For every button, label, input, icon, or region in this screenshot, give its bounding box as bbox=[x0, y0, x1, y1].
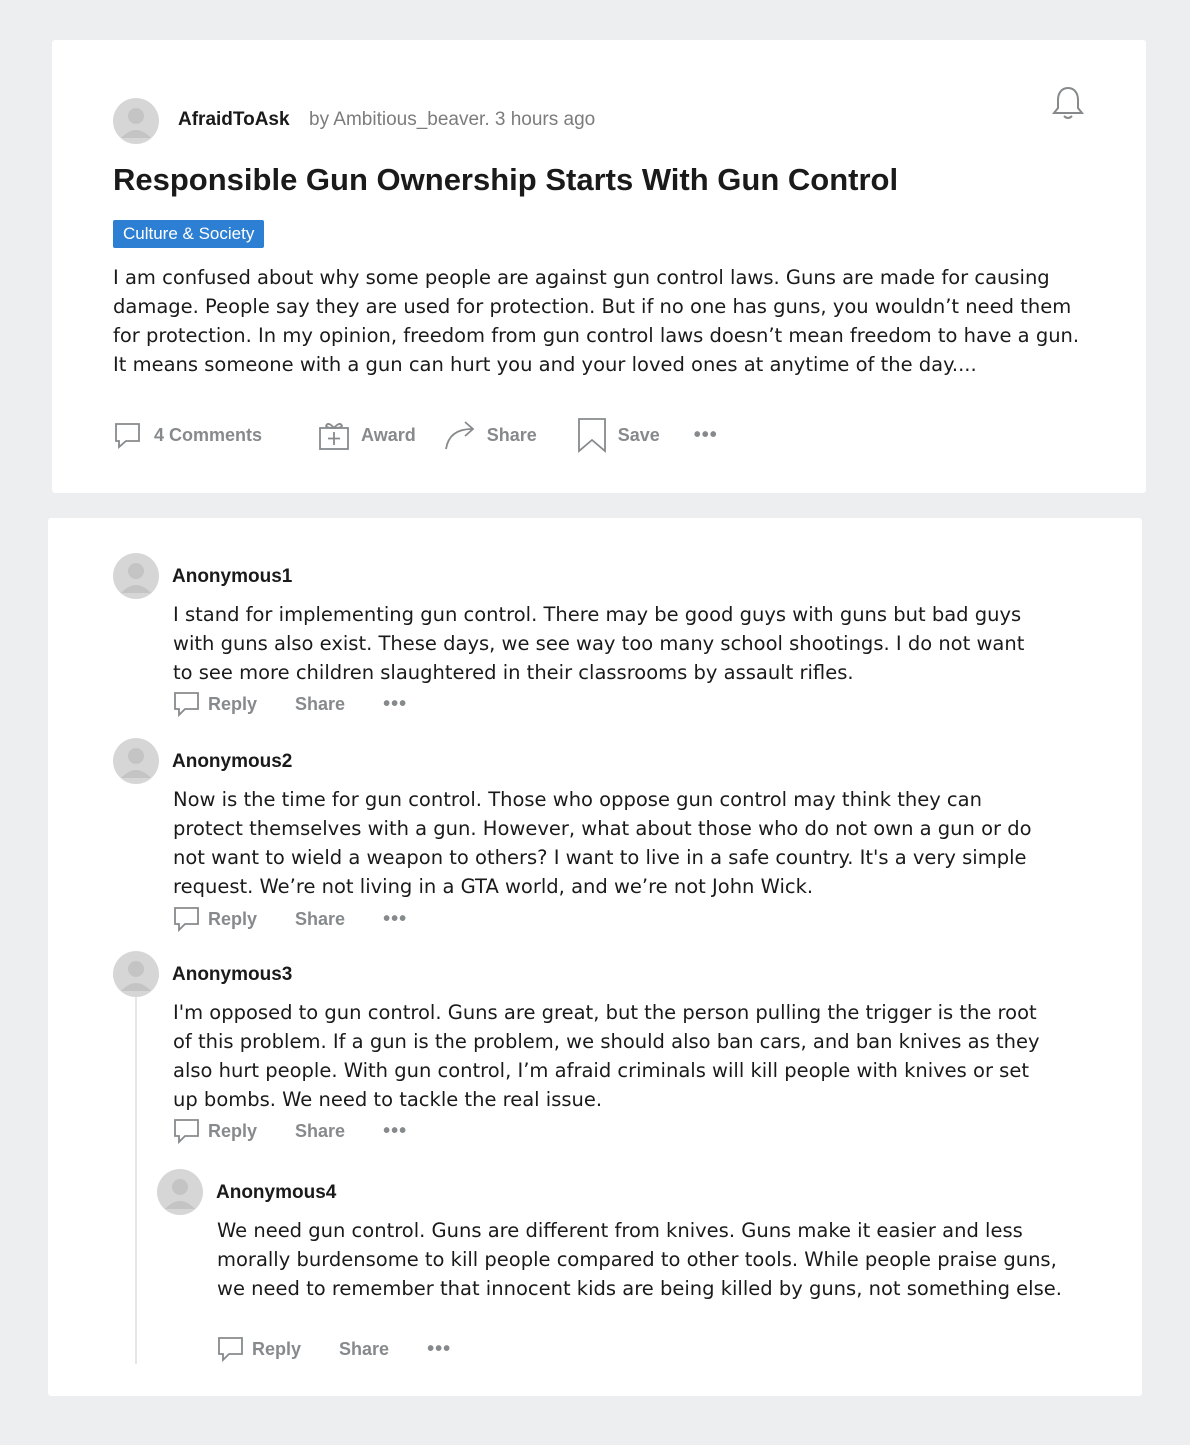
comment-icon bbox=[173, 690, 201, 718]
comment-author[interactable]: Anonymous1 bbox=[172, 566, 292, 588]
comment-body: Now is the time for gun control. Those w… bbox=[173, 788, 1032, 898]
comment-icon bbox=[113, 420, 143, 450]
comment-author[interactable]: Anonymous4 bbox=[216, 1182, 336, 1204]
save-button[interactable]: Save bbox=[577, 417, 660, 453]
reply-label: Reply bbox=[208, 693, 258, 714]
share-button[interactable]: Share bbox=[295, 694, 345, 715]
award-icon bbox=[318, 419, 350, 451]
share-label: Share bbox=[295, 693, 346, 714]
comment-author[interactable]: Anonymous2 bbox=[172, 751, 292, 773]
comments-label: 4 Comments bbox=[154, 424, 263, 445]
reply-button[interactable]: Reply bbox=[217, 1335, 301, 1363]
post-title[interactable]: Responsible Gun Ownership Starts With Gu… bbox=[113, 162, 898, 198]
more-dots-icon[interactable]: ••• bbox=[383, 908, 407, 931]
award-label: Award bbox=[361, 424, 416, 445]
comment-body: I'm opposed to gun control. Guns are gre… bbox=[173, 1001, 1040, 1111]
bookmark-icon bbox=[577, 417, 607, 453]
comment-action-bar: Reply Share ••• bbox=[217, 1335, 451, 1363]
comments-button[interactable]: 4 Comments bbox=[113, 420, 262, 450]
share-button[interactable]: Share bbox=[295, 1121, 345, 1142]
more-dots-icon[interactable]: ••• bbox=[427, 1338, 451, 1361]
avatar[interactable] bbox=[113, 951, 159, 997]
share-button[interactable]: Share bbox=[339, 1339, 389, 1360]
reply-label: Reply bbox=[252, 1338, 302, 1359]
comment-body: I stand for implementing gun control. Th… bbox=[173, 603, 1025, 684]
reply-button[interactable]: Reply bbox=[173, 905, 257, 933]
thread-line[interactable] bbox=[135, 980, 137, 1364]
share-label: Share bbox=[486, 424, 537, 445]
post-body: I am confused about why some people are … bbox=[113, 266, 1080, 376]
post-card: AfraidToAsk by Ambitious_beaver. 3 hours… bbox=[52, 40, 1146, 493]
post-meta: by Ambitious_beaver. 3 hours ago bbox=[309, 109, 596, 130]
avatar[interactable] bbox=[113, 553, 159, 599]
reply-button[interactable]: Reply bbox=[173, 690, 257, 718]
more-dots-icon[interactable]: ••• bbox=[383, 693, 407, 716]
share-label: Share bbox=[295, 1120, 346, 1141]
avatar[interactable] bbox=[157, 1169, 203, 1215]
comment-author[interactable]: Anonymous3 bbox=[172, 964, 292, 986]
reply-label: Reply bbox=[208, 908, 258, 929]
post-action-bar: 4 Comments Award Share Save ••• bbox=[113, 417, 718, 453]
comment-action-bar: Reply Share ••• bbox=[173, 1117, 407, 1145]
flair-tag[interactable]: Culture & Society bbox=[113, 220, 265, 248]
share-button[interactable]: Share bbox=[295, 909, 345, 930]
bell-icon[interactable] bbox=[1048, 83, 1088, 127]
save-label: Save bbox=[617, 424, 660, 445]
community-avatar[interactable] bbox=[113, 98, 159, 144]
share-button[interactable]: Share bbox=[444, 419, 537, 451]
comment-icon bbox=[173, 905, 201, 933]
share-label: Share bbox=[339, 1338, 390, 1359]
comments-card: Anonymous1 I stand for implementing gun … bbox=[48, 518, 1142, 1396]
comment-icon bbox=[173, 1117, 201, 1145]
share-label: Share bbox=[295, 908, 346, 929]
comment-body: We need gun control. Guns are different … bbox=[217, 1219, 1062, 1300]
more-dots-icon[interactable]: ••• bbox=[383, 1120, 407, 1143]
share-arrow-icon bbox=[444, 419, 478, 451]
award-button[interactable]: Award bbox=[318, 419, 416, 451]
reply-button[interactable]: Reply bbox=[173, 1117, 257, 1145]
avatar[interactable] bbox=[113, 738, 159, 784]
community-name[interactable]: AfraidToAsk bbox=[178, 109, 290, 131]
reply-label: Reply bbox=[208, 1120, 258, 1141]
comment-icon bbox=[217, 1335, 245, 1363]
comment-action-bar: Reply Share ••• bbox=[173, 905, 407, 933]
more-dots-icon[interactable]: ••• bbox=[694, 424, 718, 447]
comment-action-bar: Reply Share ••• bbox=[173, 690, 407, 718]
